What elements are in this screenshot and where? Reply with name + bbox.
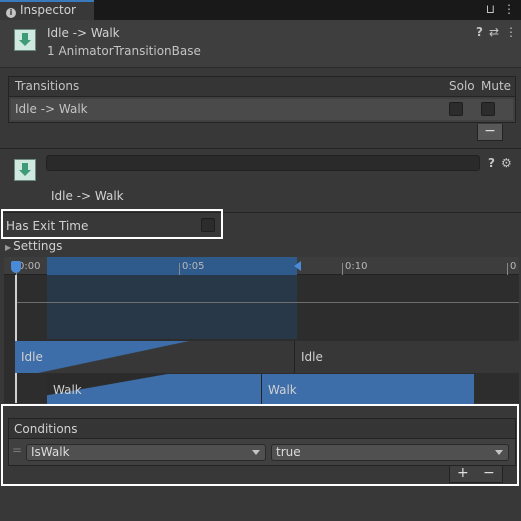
- header-title: Idle -> Walk: [47, 26, 120, 40]
- conditions-list-header: Conditions: [8, 418, 516, 438]
- transition-timeline[interactable]: 0:00 0:05 0:10 0 Idle Idle Walk Walk: [4, 257, 519, 406]
- chevron-down-icon: [495, 450, 503, 455]
- walk-bar-label: Walk: [53, 383, 82, 397]
- inspector-header: Idle -> Walk 1 AnimatorTransitionBase ? ⇄…: [0, 20, 521, 68]
- end-marker-icon[interactable]: [294, 261, 301, 271]
- lock-icon[interactable]: ⊔: [486, 2, 495, 16]
- conditions-header-label: Conditions: [14, 422, 78, 436]
- transitions-list: Idle -> Walk: [8, 96, 516, 123]
- transition-name-field[interactable]: [46, 155, 480, 171]
- conditions-list: = IsWalk true: [8, 438, 516, 466]
- transition-controls: ? ⚙: [488, 156, 512, 170]
- remove-condition-button[interactable]: −: [483, 465, 495, 481]
- divider: [0, 148, 521, 149]
- ruler-tick: [342, 263, 343, 275]
- walk-bar-label: Walk: [268, 383, 297, 397]
- walk-state-bar[interactable]: Walk: [47, 374, 261, 406]
- idle-state-bar[interactable]: Idle: [294, 341, 519, 373]
- list-item[interactable]: Idle -> Walk: [11, 99, 513, 120]
- add-condition-button[interactable]: +: [457, 465, 469, 481]
- gear-icon[interactable]: ⚙: [501, 156, 512, 170]
- timeline-ruler: 0:00 0:05 0:10 0: [4, 257, 519, 275]
- help-icon[interactable]: ?: [476, 25, 483, 39]
- ruler-label: 0: [510, 261, 517, 272]
- ruler-label: 0:00: [18, 261, 41, 272]
- walk-state-bar[interactable]: Walk: [261, 374, 474, 406]
- transitions-list-header: Transitions Solo Mute: [8, 76, 516, 96]
- settings-label: Settings: [13, 239, 63, 253]
- has-exit-time-checkbox[interactable]: [201, 218, 215, 232]
- transition-overlap-area: [47, 275, 297, 339]
- ruler-tick: [179, 263, 180, 275]
- has-exit-time-label: Has Exit Time: [6, 219, 89, 233]
- chevron-down-icon: [252, 450, 260, 455]
- transition-range[interactable]: [47, 257, 297, 275]
- help-icon[interactable]: ?: [488, 156, 495, 170]
- transition-row-label: Idle -> Walk: [15, 102, 88, 116]
- solo-column-label: Solo: [449, 79, 475, 93]
- idle-bar-label: Idle: [301, 350, 323, 364]
- condition-parameter-value: IsWalk: [31, 445, 70, 459]
- solo-checkbox[interactable]: [449, 102, 463, 116]
- header-subtitle: 1 AnimatorTransitionBase: [47, 44, 201, 58]
- ruler-label: 0:05: [182, 261, 205, 272]
- presets-icon[interactable]: ⇄: [489, 25, 499, 39]
- ruler-tick: [507, 263, 508, 275]
- playhead[interactable]: [15, 275, 17, 403]
- condition-value-dropdown[interactable]: true: [271, 444, 509, 461]
- tab-bar: i Inspector ⊔ ⋮: [0, 0, 521, 20]
- conditions-footer: + −: [449, 465, 503, 483]
- condition-parameter-dropdown[interactable]: IsWalk: [26, 444, 266, 461]
- tab-label: Inspector: [20, 3, 76, 17]
- settings-foldout[interactable]: ▶ Settings: [5, 239, 62, 253]
- transitions-header-label: Transitions: [15, 79, 80, 93]
- mute-column-label: Mute: [481, 79, 512, 93]
- transition-icon: [14, 29, 36, 51]
- idle-state-bar[interactable]: Idle: [15, 341, 294, 373]
- tab-inspector[interactable]: i Inspector: [0, 0, 94, 20]
- foldout-arrow-icon: ▶: [5, 243, 12, 252]
- menu-icon[interactable]: ⋮: [503, 2, 515, 16]
- timeline-guide: [16, 302, 519, 303]
- info-icon: i: [6, 8, 16, 18]
- header-controls: ? ⇄ ⋮: [476, 25, 517, 39]
- drag-handle-icon[interactable]: =: [12, 443, 22, 457]
- transition-icon: [14, 159, 36, 181]
- condition-value: true: [276, 445, 301, 459]
- start-marker-icon[interactable]: [11, 261, 21, 273]
- more-icon[interactable]: ⋮: [505, 25, 517, 39]
- mute-checkbox[interactable]: [481, 102, 495, 116]
- remove-transition-button[interactable]: −: [477, 124, 503, 141]
- transition-title: Idle -> Walk: [51, 189, 124, 203]
- ruler-label: 0:10: [345, 261, 368, 272]
- idle-bar-label: Idle: [21, 350, 43, 364]
- tab-controls: ⊔ ⋮: [486, 2, 515, 16]
